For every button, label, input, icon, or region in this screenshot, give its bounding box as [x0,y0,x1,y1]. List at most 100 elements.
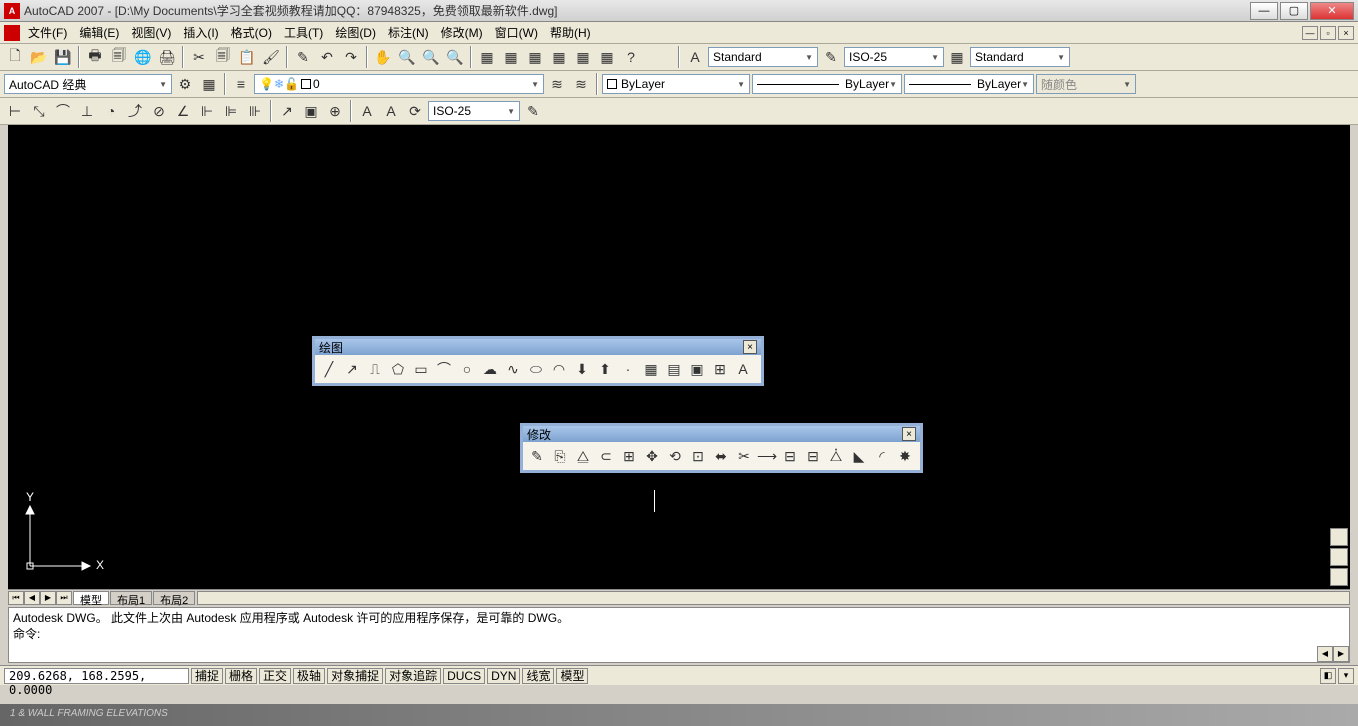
dim-linear-icon[interactable]: ⊢ [4,100,26,122]
tab-nav-first[interactable]: ⏮ [8,591,24,605]
menu-dimension[interactable]: 标注(N) [382,22,435,43]
dim-style-icon[interactable]: ✎ [820,46,842,68]
copy-icon[interactable]: 🗐 [212,46,234,68]
stretch-icon[interactable]: ⬌ [710,445,732,467]
otrack-toggle[interactable]: 对象追踪 [385,668,441,684]
ellipse-icon[interactable]: ⬭ [525,358,547,380]
lwt-toggle[interactable]: 线宽 [522,668,554,684]
break-icon[interactable]: ⊟ [802,445,824,467]
dim-arc-icon[interactable]: ⌒ [52,100,74,122]
dim-tolerance-icon[interactable]: ▣ [300,100,322,122]
redo-icon[interactable]: ↷ [340,46,362,68]
dim-leader-icon[interactable]: ↗ [276,100,298,122]
mirror-icon[interactable]: ⧋ [572,445,594,467]
tool-palette-icon[interactable]: ▦ [524,46,546,68]
revision-cloud-icon[interactable]: ☁ [479,358,501,380]
mdi-close-button[interactable]: × [1338,26,1354,40]
dim-radius-icon[interactable]: ◔ [100,100,122,122]
dim-quick-icon[interactable]: ⊩ [196,100,218,122]
menu-format[interactable]: 格式(O) [225,22,278,43]
layer-states-icon[interactable]: ≋ [570,73,592,95]
drawing-area[interactable]: X Y 绘图 × ╱ ↗ ⎍ ⬠ ▭ ⌒ ○ ☁ ∿ ⬭ ◠ ⬇ ⬆ · ▦ ▤… [8,125,1350,589]
explode-icon[interactable]: ✸ [894,445,916,467]
draw-toolbar-close-button[interactable]: × [743,340,757,354]
print-icon[interactable]: 🖶 [84,46,106,68]
plotstyle-combo[interactable]: 随颜色▼ [1036,74,1136,94]
dim-tedit-icon[interactable]: A [380,100,402,122]
layer-manager-icon[interactable]: ≡ [230,73,252,95]
menu-file[interactable]: 文件(F) [22,22,73,43]
text-style-combo[interactable]: Standard▼ [708,47,818,67]
quickcalc-icon[interactable]: ▦ [596,46,618,68]
point-icon[interactable]: · [617,358,639,380]
layer-prev-icon[interactable]: ≋ [546,73,568,95]
tab-layout2[interactable]: 布局2 [153,591,195,605]
ellipse-arc-icon[interactable]: ◠ [548,358,570,380]
insert-block-icon[interactable]: ⬇ [571,358,593,380]
layout-scrollbar[interactable] [197,591,1350,605]
dim-angular-icon[interactable]: ∠ [172,100,194,122]
dim-ordinate-icon[interactable]: ⊥ [76,100,98,122]
menu-draw[interactable]: 绘图(D) [329,22,382,43]
arc-icon[interactable]: ⌒ [433,358,455,380]
offset-icon[interactable]: ⊂ [595,445,617,467]
pan-icon[interactable]: ✋ [372,46,394,68]
polyline-icon[interactable]: ⎍ [364,358,386,380]
command-line[interactable]: Autodesk DWG。 此文件上次由 Autodesk 应用程序或 Auto… [8,607,1350,663]
lineweight-combo[interactable]: ByLayer▼ [904,74,1034,94]
dim-continue-icon[interactable]: ⊪ [244,100,266,122]
tab-model[interactable]: 模型 [73,591,109,605]
line-icon[interactable]: ╱ [318,358,340,380]
chamfer-icon[interactable]: ◣ [848,445,870,467]
draw-toolbar-header[interactable]: 绘图 × [315,339,761,355]
osnap-toggle[interactable]: 对象捕捉 [327,668,383,684]
extend-icon[interactable]: ⟶ [756,445,778,467]
make-block-icon[interactable]: ⬆ [594,358,616,380]
scroll-right-button[interactable]: ▶ [1333,646,1349,662]
copy-object-icon[interactable]: ⎘ [549,445,571,467]
design-center-icon[interactable]: ▦ [500,46,522,68]
paste-icon[interactable]: 📋 [236,46,258,68]
save-icon[interactable]: 💾 [52,46,74,68]
erase-icon[interactable]: ✎ [526,445,548,467]
print-preview-icon[interactable]: 🗐 [108,46,130,68]
polar-toggle[interactable]: 极轴 [293,668,325,684]
properties-icon[interactable]: ▦ [476,46,498,68]
close-button[interactable]: ✕ [1310,2,1354,20]
menu-insert[interactable]: 插入(I) [177,22,224,43]
dim-jogged-icon[interactable]: ⤴ [124,100,146,122]
rotate-icon[interactable]: ⟲ [664,445,686,467]
dim-update-icon[interactable]: ⟳ [404,100,426,122]
join-icon[interactable]: ⧊ [825,445,847,467]
menu-help[interactable]: 帮助(H) [544,22,597,43]
table-style-icon[interactable]: ▦ [946,46,968,68]
text-style-icon[interactable]: A [684,46,706,68]
linetype-combo[interactable]: ByLayer▼ [752,74,902,94]
break-at-point-icon[interactable]: ⊟ [779,445,801,467]
eraser-icon[interactable]: ✎ [292,46,314,68]
dim-style-manager-icon[interactable]: ✎ [522,100,544,122]
table-style-combo[interactable]: Standard▼ [970,47,1070,67]
help-icon[interactable]: ? [620,46,642,68]
polygon-icon[interactable]: ⬠ [387,358,409,380]
zoom-realtime-icon[interactable]: 🔍 [396,46,418,68]
panel-btn-3[interactable] [1330,568,1348,586]
tab-nav-last[interactable]: ⏭ [56,591,72,605]
scale-icon[interactable]: ⊡ [687,445,709,467]
trim-icon[interactable]: ✂ [733,445,755,467]
snap-toggle[interactable]: 捕捉 [191,668,223,684]
menu-modify[interactable]: 修改(M) [435,22,489,43]
workspace-combo[interactable]: AutoCAD 经典▼ [4,74,172,94]
color-combo[interactable]: ByLayer▼ [602,74,750,94]
publish-icon[interactable]: 🌐 [132,46,154,68]
hatch-icon[interactable]: ▦ [640,358,662,380]
dim-style-combo-2[interactable]: ISO-25▼ [428,101,520,121]
panel-btn-2[interactable] [1330,548,1348,566]
ducs-toggle[interactable]: DUCS [443,668,485,684]
undo-icon[interactable]: ↶ [316,46,338,68]
dim-center-icon[interactable]: ⊕ [324,100,346,122]
scroll-left-button[interactable]: ◀ [1317,646,1333,662]
menu-tools[interactable]: 工具(T) [278,22,329,43]
minimize-button[interactable]: — [1250,2,1278,20]
dim-baseline-icon[interactable]: ⊫ [220,100,242,122]
